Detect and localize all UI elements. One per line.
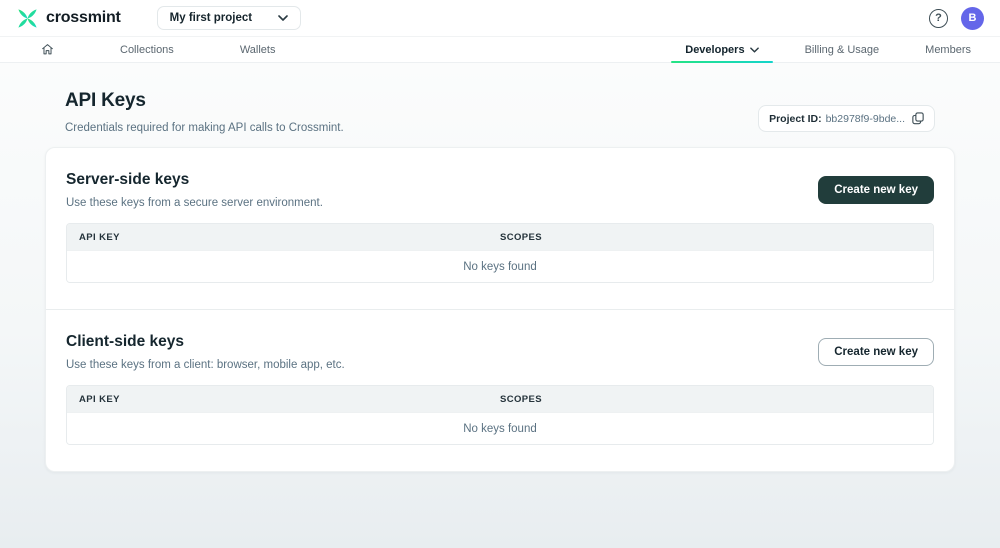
avatar[interactable]: B: [961, 6, 984, 30]
chevron-down-icon: [749, 46, 759, 53]
crossmint-logo-icon: [18, 8, 37, 28]
nav-home[interactable]: [37, 37, 58, 62]
page-subtitle: Credentials required for making API call…: [65, 122, 344, 134]
column-header-scopes: SCOPES: [500, 393, 542, 405]
page-title: API Keys: [65, 90, 146, 111]
project-selector-dropdown[interactable]: My first project: [156, 6, 302, 30]
server-keys-table: API KEY SCOPES No keys found: [66, 223, 934, 283]
empty-state-row: No keys found: [67, 250, 933, 282]
column-header-api-key: API KEY: [79, 393, 120, 405]
section-client-side-keys: Client-side keys Use these keys from a c…: [46, 309, 954, 471]
help-glyph: ?: [935, 12, 942, 24]
nav-label: Wallets: [239, 43, 276, 56]
section-server-side-keys: Server-side keys Use these keys from a s…: [46, 148, 954, 309]
section-description: Use these keys from a client: browser, m…: [66, 359, 345, 371]
project-selector-label: My first project: [169, 12, 253, 24]
api-keys-card: Server-side keys Use these keys from a s…: [45, 147, 955, 472]
copy-icon[interactable]: [912, 112, 924, 125]
section-title: Server-side keys: [66, 171, 190, 188]
page-header: API Keys Credentials required for making…: [45, 80, 955, 134]
nav-item-developers[interactable]: Developers: [671, 37, 773, 63]
nav-label: Developers: [685, 43, 745, 56]
project-id-label: Project ID:: [769, 112, 822, 125]
chevron-down-icon: [278, 15, 288, 21]
table-header-row: API KEY SCOPES: [67, 224, 933, 250]
active-tab-underline: [671, 60, 773, 63]
project-id-value: bb2978f9-9bde...: [825, 112, 905, 125]
create-new-key-button-client[interactable]: Create new key: [818, 338, 934, 366]
top-bar: crossmint My first project ? B: [0, 0, 1000, 37]
brand-wordmark: crossmint: [46, 9, 121, 26]
nav-item-wallets[interactable]: Wallets: [236, 37, 280, 62]
column-header-scopes: SCOPES: [500, 231, 542, 243]
empty-state-row: No keys found: [67, 412, 933, 444]
client-keys-table: API KEY SCOPES No keys found: [66, 385, 934, 445]
content-area: API Keys Credentials required for making…: [0, 63, 1000, 548]
main-nav: Collections Wallets Developers Billing &…: [0, 37, 1000, 63]
project-id-badge: Project ID: bb2978f9-9bde...: [758, 105, 935, 132]
nav-label: Collections: [120, 43, 174, 56]
nav-item-members[interactable]: Members: [921, 37, 975, 62]
create-new-key-button-server[interactable]: Create new key: [818, 176, 934, 204]
nav-label: Billing & Usage: [804, 43, 880, 56]
nav-item-collections[interactable]: Collections: [116, 37, 178, 62]
avatar-initial: B: [968, 12, 977, 24]
section-title: Client-side keys: [66, 333, 185, 350]
nav-item-billing-usage[interactable]: Billing & Usage: [801, 37, 884, 62]
column-header-api-key: API KEY: [79, 231, 120, 243]
nav-label: Members: [925, 43, 971, 56]
table-header-row: API KEY SCOPES: [67, 386, 933, 412]
section-description: Use these keys from a secure server envi…: [66, 197, 323, 209]
home-icon: [42, 44, 53, 55]
help-icon[interactable]: ?: [929, 8, 948, 28]
